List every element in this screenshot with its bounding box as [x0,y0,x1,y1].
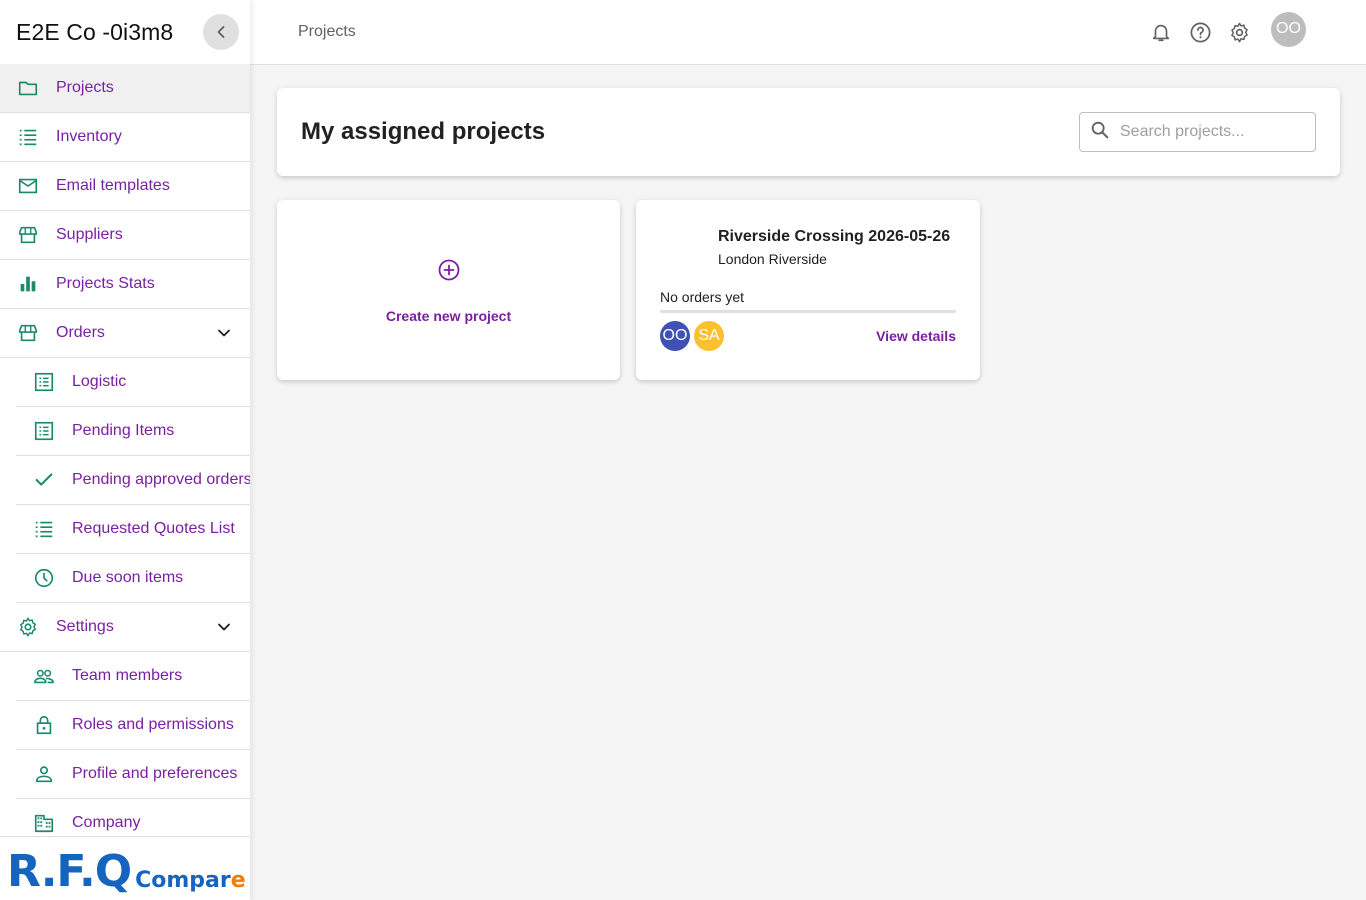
sidebar-item-label: Projects Stats [56,275,155,292]
list-numbered-icon [32,517,56,541]
top-actions: OO [1134,11,1306,47]
sidebar-item-label: Profile and preferences [72,765,238,782]
sidebar-item-due-soon-items[interactable]: Due soon items [16,554,250,603]
gear-icon [16,615,40,639]
sidebar-item-profile-and-preferences[interactable]: Profile and preferences [16,750,250,799]
sidebar-item-label: Due soon items [72,569,184,586]
person-icon [32,762,56,786]
chevron-left-icon [217,26,225,38]
sidebar-item-label: Inventory [56,128,122,145]
sidebar-item-label: Team members [72,667,183,684]
create-project-label: Create new project [385,308,512,324]
list-numbered-icon [16,125,40,149]
search-input[interactable] [1120,123,1300,141]
list-alt-icon [32,370,56,394]
sidebar-item-projects-stats[interactable]: Projects Stats [0,260,250,309]
logo-subtitle: Compare [135,870,246,892]
sidebar-item-pending-approved-orders[interactable]: Pending approved orders [16,456,250,505]
sidebar-item-label: Pending Items [72,422,175,439]
sidebar-item-label: Settings [56,618,114,635]
chevron-down-icon[interactable] [214,617,234,637]
sidebar-item-label: Pending approved orders [72,471,250,488]
sidebar-item-pending-items[interactable]: Pending Items [16,407,250,456]
project-card[interactable]: Riverside Crossing 2026-05-26 London Riv… [636,200,980,380]
sidebar-item-roles-and-permissions[interactable]: Roles and permissions [16,701,250,750]
view-details-link[interactable]: View details [876,328,956,344]
project-progress-bar [660,310,956,313]
sidebar-item-label: Roles and permissions [72,716,234,733]
sidebar-item-label: Suppliers [56,226,123,243]
sidebar-header: E2E Co -0i3m8 [0,0,250,64]
sidebar-item-logistic[interactable]: Logistic [16,358,250,407]
sidebar-item-label: Company [72,814,141,831]
mail-icon [16,174,40,198]
people-icon [32,664,56,688]
projects-header-card: My assigned projects [277,88,1340,176]
sidebar-item-projects[interactable]: Projects [0,64,250,113]
collapse-sidebar-button[interactable] [203,14,239,50]
sidebar: E2E Co -0i3m8 Projects Inventory Email t… [0,0,250,900]
clock-icon [32,566,56,590]
store-icon [16,223,40,247]
search-field[interactable] [1079,112,1316,152]
store-icon [16,321,40,345]
company-name: E2E Co -0i3m8 [16,18,174,45]
project-card-footer: OO SA View details [660,321,956,351]
add-circle-icon [437,258,461,287]
project-name: Riverside Crossing 2026-05-26 [718,228,951,245]
top-bar: Projects OO [250,0,1366,65]
bell-icon[interactable] [1149,20,1173,44]
bar-chart-icon [16,272,40,296]
project-location: London Riverside [718,251,827,267]
gear-icon[interactable] [1227,20,1251,44]
sidebar-item-label: Orders [56,324,105,341]
help-icon[interactable] [1188,20,1212,44]
sidebar-item-suppliers[interactable]: Suppliers [0,211,250,260]
project-status: No orders yet [660,289,745,305]
folder-icon [16,76,40,100]
search-icon [1089,119,1111,146]
logo-subtitle-accent: e [230,868,246,893]
list-alt-icon [32,419,56,443]
sidebar-item-label: Projects [56,79,114,96]
sidebar-item-label: Email templates [56,177,170,194]
check-icon [32,468,56,492]
sidebar-item-settings[interactable]: Settings [0,603,250,652]
logo-wordmark: R.F.Q [7,846,132,897]
sidebar-item-label: Requested Quotes List [72,520,235,537]
member-avatar: SA [694,321,724,351]
sidebar-item-requested-quotes-list[interactable]: Requested Quotes List [16,505,250,554]
sidebar-item-orders[interactable]: Orders [0,309,250,358]
breadcrumb: Projects [298,23,356,40]
lock-icon [32,713,56,737]
user-avatar[interactable]: OO [1271,11,1306,47]
member-avatar: OO [660,321,690,351]
brand-logo: R.F.Q Compare [0,836,250,900]
building-icon [32,811,56,835]
sidebar-item-label: Logistic [72,373,127,390]
sidebar-item-email-templates[interactable]: Email templates [0,162,250,211]
sidebar-item-team-members[interactable]: Team members [16,652,250,701]
logo-subtitle-main: Compar [135,868,231,893]
chevron-down-icon[interactable] [214,323,234,343]
sidebar-item-inventory[interactable]: Inventory [0,113,250,162]
page-title: My assigned projects [301,118,546,145]
create-project-card[interactable]: Create new project [277,200,620,380]
